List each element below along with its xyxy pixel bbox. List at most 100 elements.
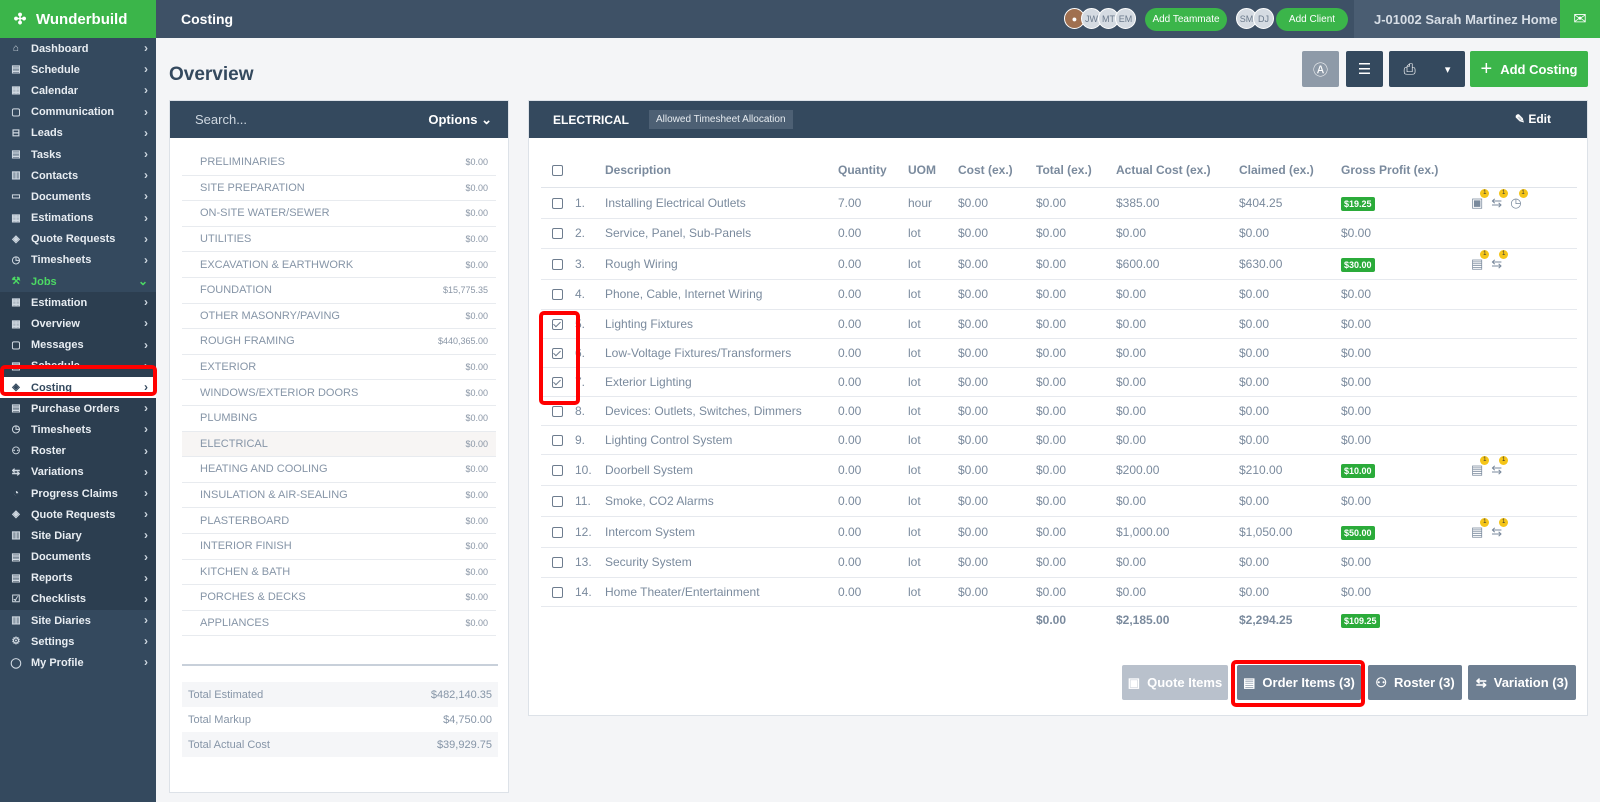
row-checkbox[interactable] xyxy=(552,526,563,538)
row-checkbox[interactable] xyxy=(552,586,563,598)
table-row[interactable]: 6. Low-Voltage Fixtures/Transformers 0.00 l… xyxy=(541,338,1577,368)
clock-icon[interactable]: ◷ 1 xyxy=(1510,188,1528,211)
options-dropdown[interactable]: Options ⌄ xyxy=(428,112,492,128)
roster-button[interactable]: ⚇ Roster (3) xyxy=(1368,665,1462,700)
order-icon[interactable]: ▤ 1 xyxy=(1471,249,1490,272)
print-button[interactable]: ⎙ ▾ xyxy=(1389,51,1465,87)
sidebar-item-documents[interactable]: ▭ Documents › xyxy=(0,186,156,207)
sidebar-item-variations[interactable]: ⇆ Variations › xyxy=(0,461,156,483)
row-description[interactable]: Intercom System xyxy=(605,516,838,548)
category-item[interactable]: FOUNDATION $15,775.35 xyxy=(182,278,496,304)
row-description[interactable]: Low-Voltage Fixtures/Transformers xyxy=(605,338,838,368)
quote-items-button[interactable]: ▣ Quote Items xyxy=(1122,665,1228,700)
variation-button[interactable]: ⇆ Variation (3) xyxy=(1468,665,1576,700)
row-checkbox[interactable] xyxy=(552,258,563,270)
sidebar-item-messages[interactable]: ▢ Messages › xyxy=(0,334,156,356)
variation-icon[interactable]: ⇆ 1 xyxy=(1491,455,1509,478)
col-gross-profit[interactable]: Gross Profit (ex.) xyxy=(1341,153,1471,188)
table-row[interactable]: 2. Service, Panel, Sub-Panels 0.00 lot $0.00… xyxy=(541,218,1577,249)
sidebar-item-site-diary[interactable]: ▥ Site Diary › xyxy=(0,525,156,547)
sidebar-item-communication[interactable]: ▢ Communication › xyxy=(0,102,156,123)
category-item[interactable]: INSULATION & AIR-SEALING $0.00 xyxy=(182,483,496,509)
category-item[interactable]: EXCAVATION & EARTHWORK $0.00 xyxy=(182,252,496,278)
sidebar-item-dashboard[interactable]: ⌂ Dashboard › xyxy=(0,38,156,59)
variation-icon[interactable]: ⇆ 1 xyxy=(1491,188,1509,211)
order-icon[interactable]: ▤ 1 xyxy=(1471,455,1490,478)
category-item[interactable]: ROUGH FRAMING $440,365.00 xyxy=(182,329,496,355)
row-description[interactable]: Security System xyxy=(605,547,838,578)
edit-button[interactable]: ✎ Edit xyxy=(1515,112,1551,126)
table-row[interactable]: 1. Installing Electrical Outlets 7.00 hour $… xyxy=(541,187,1577,219)
sidebar-item-overview[interactable]: ▦ Overview › xyxy=(0,313,156,335)
col-cost[interactable]: Cost (ex.) xyxy=(958,153,1036,188)
sidebar-item-timesheets[interactable]: ◷ Timesheets › xyxy=(0,250,156,271)
table-row[interactable]: 8. Devices: Outlets, Switches, Dimmers 0.0… xyxy=(541,396,1577,426)
row-description[interactable]: Phone, Cable, Internet Wiring xyxy=(605,279,838,310)
category-item[interactable]: OTHER MASONRY/PAVING $0.00 xyxy=(182,304,496,330)
category-item[interactable]: KITCHEN & BATH $0.00 xyxy=(182,560,496,586)
table-row[interactable]: 11. Smoke, CO2 Alarms 0.00 lot $0.00 $0.00 $0.… xyxy=(541,485,1577,517)
category-item[interactable]: PLASTERBOARD $0.00 xyxy=(182,508,496,534)
sidebar-item-progress-claims[interactable]: ◔ Progress Claims › xyxy=(0,482,156,505)
chat-icon[interactable]: ✉ xyxy=(1560,0,1600,38)
row-description[interactable]: Smoke, CO2 Alarms xyxy=(605,485,838,517)
category-item[interactable]: APPLIANCES $0.00 xyxy=(182,611,496,637)
sidebar-item-quote-requests[interactable]: ◈ Quote Requests › xyxy=(0,504,156,526)
sidebar-item-site-diaries[interactable]: ▥ Site Diaries › xyxy=(0,610,156,631)
sidebar-item-estimation[interactable]: ▦ Estimation › xyxy=(0,292,156,314)
category-item[interactable]: INTERIOR FINISH $0.00 xyxy=(182,534,496,560)
table-row[interactable]: 3. Rough Wiring 0.00 lot $0.00 $0.00 $600.00 $6… xyxy=(541,248,1577,280)
table-row[interactable]: 7. Exterior Lighting 0.00 lot $0.00 $0.00 $0.0… xyxy=(541,367,1577,397)
table-row[interactable]: 9. Lighting Control System 0.00 lot $0.00 $0.… xyxy=(541,425,1577,455)
row-checkbox[interactable] xyxy=(552,464,563,476)
app-logo[interactable]: ✣ Wunderbuild xyxy=(0,0,156,38)
row-description[interactable]: Exterior Lighting xyxy=(605,367,838,397)
row-description[interactable]: Home Theater/Entertainment xyxy=(605,577,838,607)
category-item[interactable]: WINDOWS/EXTERIOR DOORS $0.00 xyxy=(182,380,496,406)
row-description[interactable]: Devices: Outlets, Switches, Dimmers xyxy=(605,396,838,426)
sidebar-item-jobs[interactable]: ⚒ Jobs ⌄ xyxy=(0,271,156,292)
variation-icon[interactable]: ⇆ 1 xyxy=(1491,517,1509,540)
category-item[interactable]: EXTERIOR $0.00 xyxy=(182,355,496,381)
category-item[interactable]: PRELIMINARIES $0.00 xyxy=(182,150,496,176)
row-checkbox[interactable] xyxy=(552,228,563,240)
row-description[interactable]: Doorbell System xyxy=(605,454,838,486)
sidebar-item-leads[interactable]: ⊟ Leads › xyxy=(0,123,156,144)
sidebar-item-purchase-orders[interactable]: ▤ Purchase Orders › xyxy=(0,398,156,420)
category-item[interactable]: ELECTRICAL $0.00 xyxy=(182,431,496,458)
row-description[interactable]: Lighting Control System xyxy=(605,425,838,455)
category-item[interactable]: SITE PREPARATION $0.00 xyxy=(182,176,496,202)
table-row[interactable]: 10. Doorbell System 0.00 lot $0.00 $0.00 $200.… xyxy=(541,454,1577,486)
row-checkbox[interactable] xyxy=(552,347,563,359)
row-checkbox[interactable] xyxy=(552,318,563,330)
list-view-button[interactable]: ☰ xyxy=(1346,51,1383,87)
search-input[interactable]: Search... xyxy=(195,112,247,127)
text-view-button[interactable]: Ⓐ xyxy=(1302,51,1339,87)
sidebar-item-checklists[interactable]: ☑ Checklists › xyxy=(0,588,156,611)
sidebar-item-roster[interactable]: ⚇ Roster › xyxy=(0,440,156,462)
purchase-order-icon[interactable]: ▣ 1 xyxy=(1471,188,1490,211)
row-checkbox[interactable] xyxy=(552,557,563,569)
sidebar-item-estimations[interactable]: ▦ Estimations › xyxy=(0,208,156,229)
category-item[interactable]: PORCHES & DECKS $0.00 xyxy=(182,585,496,611)
col-quantity[interactable]: Quantity xyxy=(838,153,908,188)
row-checkbox[interactable] xyxy=(552,495,563,507)
sidebar-item-my-profile[interactable]: ◯ My Profile › xyxy=(0,652,156,673)
table-row[interactable]: 4. Phone, Cable, Internet Wiring 0.00 lot $0… xyxy=(541,279,1577,310)
row-checkbox[interactable] xyxy=(552,197,563,209)
row-checkbox[interactable] xyxy=(552,376,563,388)
col-uom[interactable]: UOM xyxy=(908,153,958,188)
sidebar-item-reports[interactable]: ▤ Reports › xyxy=(0,567,156,589)
sidebar-item-contacts[interactable]: ▥ Contacts › xyxy=(0,165,156,186)
add-teammate-button[interactable]: Add Teammate xyxy=(1145,8,1227,31)
category-item[interactable]: PLUMBING $0.00 xyxy=(182,406,496,432)
row-checkbox[interactable] xyxy=(552,289,563,301)
sidebar-item-costing[interactable]: ◈ Costing › xyxy=(0,377,156,399)
col-description[interactable]: Description xyxy=(605,153,838,188)
add-costing-button[interactable]: + Add Costing xyxy=(1470,51,1588,87)
sidebar-item-schedule[interactable]: ▤ Schedule › xyxy=(0,59,156,80)
row-checkbox[interactable] xyxy=(552,405,563,417)
sidebar-item-calendar[interactable]: ▦ Calendar › xyxy=(0,80,156,101)
sidebar-item-documents[interactable]: ▤ Documents › xyxy=(0,546,156,568)
sidebar-item-timesheets[interactable]: ◷ Timesheets › xyxy=(0,419,156,441)
